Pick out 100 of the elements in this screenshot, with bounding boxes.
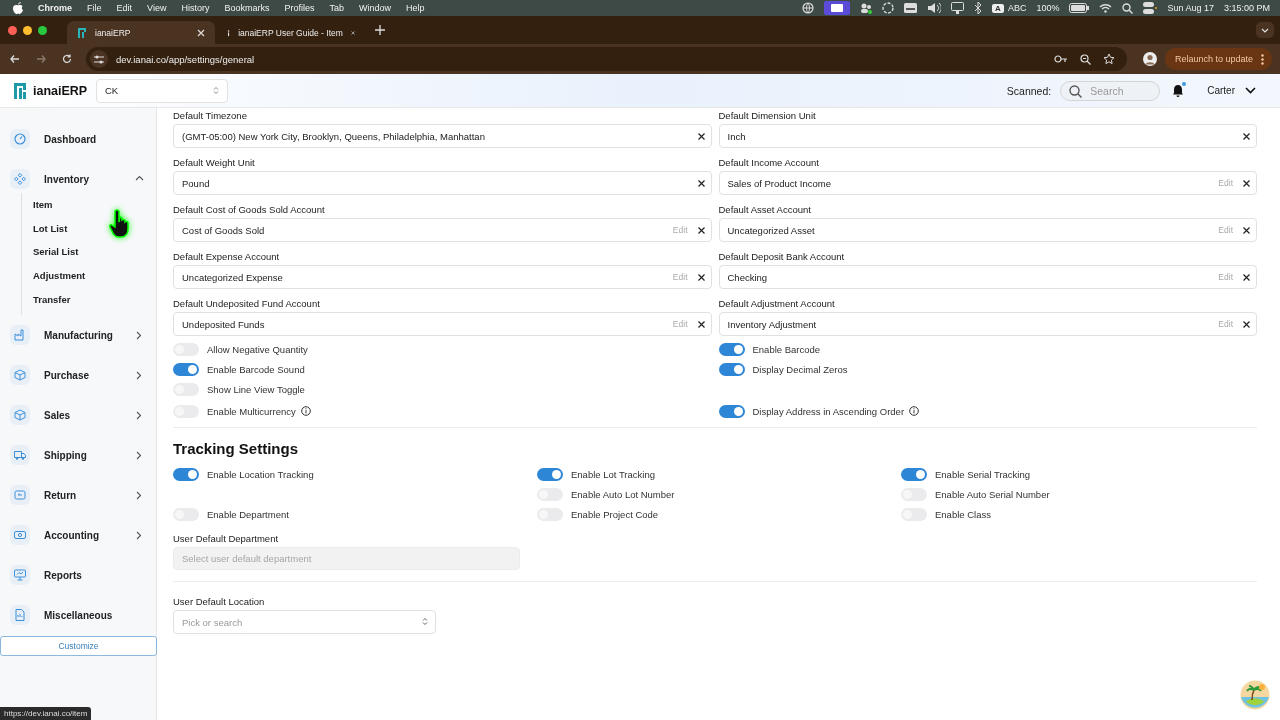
clear-icon[interactable]	[1243, 320, 1250, 328]
select-field[interactable]: Inch	[718, 124, 1257, 148]
close-icon[interactable]	[197, 28, 205, 37]
select-field[interactable]: Undeposited Funds Edit	[173, 312, 712, 336]
input-source-menu[interactable]: A ABC	[992, 3, 1027, 13]
clear-icon[interactable]	[1243, 179, 1250, 187]
reload-icon[interactable]	[62, 54, 72, 64]
sidebar-subitem[interactable]: Serial List	[33, 240, 156, 265]
battery-icon[interactable]	[1069, 3, 1090, 13]
sidebar-item[interactable]: Sales	[0, 395, 156, 436]
bluetooth-icon[interactable]	[974, 2, 983, 14]
menu-bar-date[interactable]: Sun Aug 17	[1167, 3, 1214, 13]
menu-item[interactable]: View	[147, 3, 167, 13]
clear-icon[interactable]	[697, 226, 705, 234]
back-icon[interactable]	[10, 54, 20, 64]
clear-icon[interactable]	[1243, 132, 1250, 140]
minimize-window-button[interactable]	[23, 25, 32, 35]
zoom-out-icon[interactable]	[1079, 53, 1091, 65]
select-field[interactable]: Inventory Adjustment Edit	[718, 312, 1257, 336]
chevron-down-icon	[1261, 27, 1269, 33]
clear-icon[interactable]	[697, 273, 705, 281]
select-field[interactable]: Pick or search	[173, 610, 436, 634]
browser-tab[interactable]: ianaiERP	[67, 21, 215, 44]
toggle-switch[interactable]	[173, 467, 199, 481]
toggle-switch[interactable]	[718, 342, 745, 356]
select-field[interactable]: (GMT-05:00) New York City, Brooklyn, Queens, Philadelphia, Manhattan	[173, 124, 712, 148]
people-icon[interactable]	[860, 2, 873, 14]
toggle-switch[interactable]	[537, 467, 563, 481]
menu-item[interactable]: Bookmarks	[224, 3, 270, 13]
screen-share-icon[interactable]	[824, 1, 851, 15]
select-field[interactable]: Sales of Product Income Edit	[718, 171, 1257, 195]
field-label: User Default Department	[173, 533, 280, 545]
clear-icon[interactable]	[1243, 226, 1250, 234]
menu-item[interactable]: Profiles	[284, 3, 315, 13]
address-bar[interactable]: dev.ianai.co/app/settings/general	[86, 47, 1127, 71]
select-field[interactable]: Checking Edit	[718, 265, 1257, 289]
sidebar-item[interactable]: Shipping	[0, 435, 156, 476]
close-icon[interactable]	[350, 28, 355, 37]
sidebar-item[interactable]: Purchase	[0, 355, 156, 396]
control-center-icon[interactable]	[1143, 2, 1158, 14]
search-field[interactable]: Search	[1060, 80, 1161, 101]
clear-icon[interactable]	[1243, 273, 1250, 281]
sidebar-item[interactable]: Accounting	[0, 515, 156, 556]
display-icon[interactable]	[951, 2, 965, 14]
status-url: https://dev.ianai.co/item	[0, 707, 92, 720]
key-icon[interactable]	[1053, 55, 1068, 63]
wifi-icon[interactable]	[1099, 3, 1113, 13]
scanned-label: Scanned:	[1006, 84, 1052, 97]
island-icon[interactable]	[1240, 680, 1270, 710]
toggle-label: Enable Multicurrency	[207, 405, 296, 417]
box-icon	[14, 369, 26, 382]
menu-item[interactable]: Window	[358, 3, 391, 13]
sidebar-subitem[interactable]: Lot List	[33, 216, 156, 241]
forward-icon[interactable]	[36, 54, 46, 64]
menu-item[interactable]: Tab	[329, 3, 344, 13]
select-field[interactable]: Uncategorized Expense Edit	[173, 265, 712, 289]
zoom-window-button[interactable]	[38, 25, 47, 35]
menu-item[interactable]: Edit	[116, 3, 133, 13]
bell-icon[interactable]	[1172, 84, 1185, 97]
user-menu[interactable]: Carter	[1207, 85, 1256, 96]
sidebar-subitem[interactable]: Adjustment	[33, 264, 156, 288]
info-icon[interactable]	[909, 406, 920, 416]
app-menu[interactable]: Chrome	[38, 3, 72, 13]
sidebar-item[interactable]: Miscellaneous	[0, 595, 156, 636]
volume-icon[interactable]	[927, 2, 942, 14]
sidebar-item[interactable]: Manufacturing	[0, 315, 156, 356]
logo-icon[interactable]	[13, 2, 23, 14]
select-field[interactable]: Cost of Goods Sold Edit	[173, 218, 712, 242]
sidebar-subitem[interactable]: Transfer	[33, 287, 156, 312]
toggle-switch[interactable]	[173, 362, 199, 376]
search-icon[interactable]	[1122, 2, 1134, 14]
globe-icon[interactable]	[802, 2, 815, 14]
toggle-switch[interactable]	[718, 362, 745, 376]
sidebar-item[interactable]: Dashboard	[0, 119, 156, 159]
sidebar-item[interactable]: Return	[0, 475, 156, 516]
toggle-switch[interactable]	[901, 467, 927, 481]
clear-icon[interactable]	[697, 320, 705, 328]
clear-icon[interactable]	[697, 179, 705, 187]
customize-button[interactable]: Customize	[0, 636, 157, 657]
relaunch-button[interactable]: Relaunch to update	[1164, 48, 1272, 70]
plus-icon[interactable]	[375, 25, 385, 35]
site-settings-button[interactable]	[90, 50, 108, 68]
star-icon[interactable]	[1102, 53, 1115, 65]
menu-item[interactable]: History	[181, 3, 210, 13]
info-icon[interactable]	[300, 406, 311, 416]
select-field[interactable]: Pound	[173, 171, 712, 195]
keyboard-icon[interactable]	[904, 3, 918, 13]
avatar-icon[interactable]	[1142, 52, 1157, 66]
menu-item[interactable]: File	[87, 3, 102, 13]
company-select[interactable]: CK	[96, 78, 228, 103]
clear-icon[interactable]	[697, 132, 705, 140]
menu-item[interactable]: Help	[406, 3, 425, 13]
toggle-label: Enable Auto Lot Number	[571, 488, 675, 500]
tab-search-button[interactable]	[1256, 22, 1274, 38]
close-window-button[interactable]	[8, 25, 17, 35]
sidebar-item[interactable]: Reports	[0, 555, 156, 596]
browser-tab[interactable]: ianaiERP User Guide - Item	[217, 21, 365, 44]
toggle-switch[interactable]	[718, 404, 745, 418]
menu-bar-time[interactable]: 3:15:00 PM	[1223, 3, 1270, 13]
select-field[interactable]: Uncategorized Asset Edit	[718, 218, 1257, 242]
